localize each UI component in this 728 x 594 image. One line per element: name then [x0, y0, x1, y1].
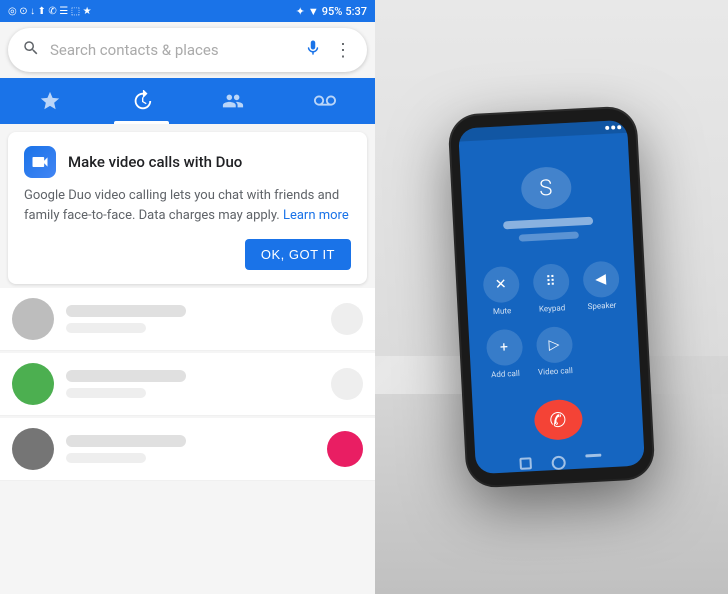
status-bar-right: ✦ ▼ 95% 5:37: [296, 5, 367, 18]
duo-card-description: Google Duo video calling lets you chat w…: [24, 186, 351, 225]
contact-action-icon[interactable]: [331, 368, 363, 400]
contact-detail-blur: [66, 323, 146, 333]
caller-avatar: S: [520, 166, 572, 210]
tab-recent[interactable]: [96, 78, 188, 124]
contact-info: [66, 370, 319, 398]
duo-card-header: Make video calls with Duo: [24, 146, 351, 178]
learn-more-link[interactable]: Learn more: [283, 208, 349, 223]
add-call-icon: +: [485, 329, 523, 367]
contact-avatar: [12, 363, 54, 405]
tab-favorites[interactable]: [4, 78, 96, 124]
mute-icon: ✕: [482, 266, 520, 304]
duo-promo-card: Make video calls with Duo Google Duo vid…: [8, 132, 367, 284]
contact-info: [66, 435, 315, 463]
caller-name: [502, 217, 592, 230]
signal-dot: [617, 125, 621, 129]
end-call-button: ✆: [533, 399, 583, 441]
mic-icon[interactable]: [304, 39, 322, 61]
phone-device: S ✕ Mute ⠿ Keypad ◀ Speaker: [449, 107, 653, 486]
wifi-icon: ▼: [308, 5, 319, 18]
duo-card-footer: OK, GOT IT: [24, 239, 351, 270]
search-placeholder: Search contacts & places: [50, 41, 304, 59]
duo-card-title: Make video calls with Duo: [68, 153, 242, 171]
phone-screen-status-bar: [458, 120, 627, 142]
tab-bar: [0, 78, 375, 124]
signal-dot: [605, 125, 609, 129]
keypad-icon: ⠿: [532, 263, 570, 301]
left-panel: ◎ ⊙ ↓ ⬆ ✆ ☰ ⬚ ★ ✦ ▼ 95% 5:37 Search cont…: [0, 0, 375, 594]
contact-item[interactable]: [0, 288, 375, 351]
battery-level: 95%: [322, 5, 343, 18]
mute-control: ✕ Mute: [482, 266, 521, 317]
contact-item[interactable]: [0, 353, 375, 416]
back-nav: [519, 457, 532, 470]
content-area: Make video calls with Duo Google Duo vid…: [0, 124, 375, 594]
contact-item[interactable]: [0, 418, 375, 481]
video-call-icon: ▷: [535, 326, 573, 364]
right-panel: S ✕ Mute ⠿ Keypad ◀ Speaker: [375, 0, 728, 594]
keypad-control: ⠿ Keypad: [532, 263, 571, 314]
recents-nav: [585, 454, 601, 458]
add-call-label: Add call: [491, 369, 520, 379]
clock: 5:37: [345, 5, 367, 18]
contact-name-blur: [66, 370, 186, 382]
contact-action-icon[interactable]: [331, 303, 363, 335]
keypad-label: Keypad: [539, 303, 566, 313]
status-bar: ◎ ⊙ ↓ ⬆ ✆ ☰ ⬚ ★ ✦ ▼ 95% 5:37: [0, 0, 375, 22]
caller-subtitle: [518, 232, 578, 242]
contact-detail-blur: [66, 453, 146, 463]
contact-name-blur: [66, 435, 186, 447]
signal-dot: [611, 125, 615, 129]
mute-label: Mute: [493, 306, 512, 316]
contact-info: [66, 305, 319, 333]
search-icon: [22, 39, 40, 61]
video-call-control: ▷ Video call: [535, 326, 574, 377]
contact-detail-blur: [66, 388, 146, 398]
contact-name-blur: [66, 305, 186, 317]
speaker-icon: ◀: [582, 260, 620, 298]
bluetooth-icon: ✦: [296, 5, 305, 18]
status-icons: ◎ ⊙ ↓ ⬆ ✆ ☰ ⬚ ★: [8, 6, 92, 17]
contact-avatar: [12, 428, 54, 470]
duo-app-icon: [24, 146, 56, 178]
speaker-control: ◀ Speaker: [582, 260, 621, 311]
phone-nav-bar: [519, 454, 602, 472]
contact-list: [0, 288, 375, 481]
video-call-label: Video call: [538, 366, 573, 377]
home-nav: [551, 456, 566, 471]
call-controls: ✕ Mute ⠿ Keypad ◀ Speaker + Add call: [472, 260, 634, 380]
tab-voicemail[interactable]: [279, 78, 371, 124]
contact-action-pink-icon[interactable]: [327, 431, 363, 467]
tab-contacts[interactable]: [188, 78, 280, 124]
contact-avatar: [12, 298, 54, 340]
speaker-label: Speaker: [587, 301, 616, 311]
got-it-button[interactable]: OK, GOT IT: [245, 239, 351, 270]
search-bar[interactable]: Search contacts & places ⋮: [8, 28, 367, 72]
add-call-control: + Add call: [485, 329, 524, 380]
more-options-icon[interactable]: ⋮: [334, 40, 353, 61]
photo-background: S ✕ Mute ⠿ Keypad ◀ Speaker: [375, 0, 728, 594]
status-bar-left: ◎ ⊙ ↓ ⬆ ✆ ☰ ⬚ ★: [8, 6, 92, 17]
phone-screen: S ✕ Mute ⠿ Keypad ◀ Speaker: [458, 120, 645, 474]
